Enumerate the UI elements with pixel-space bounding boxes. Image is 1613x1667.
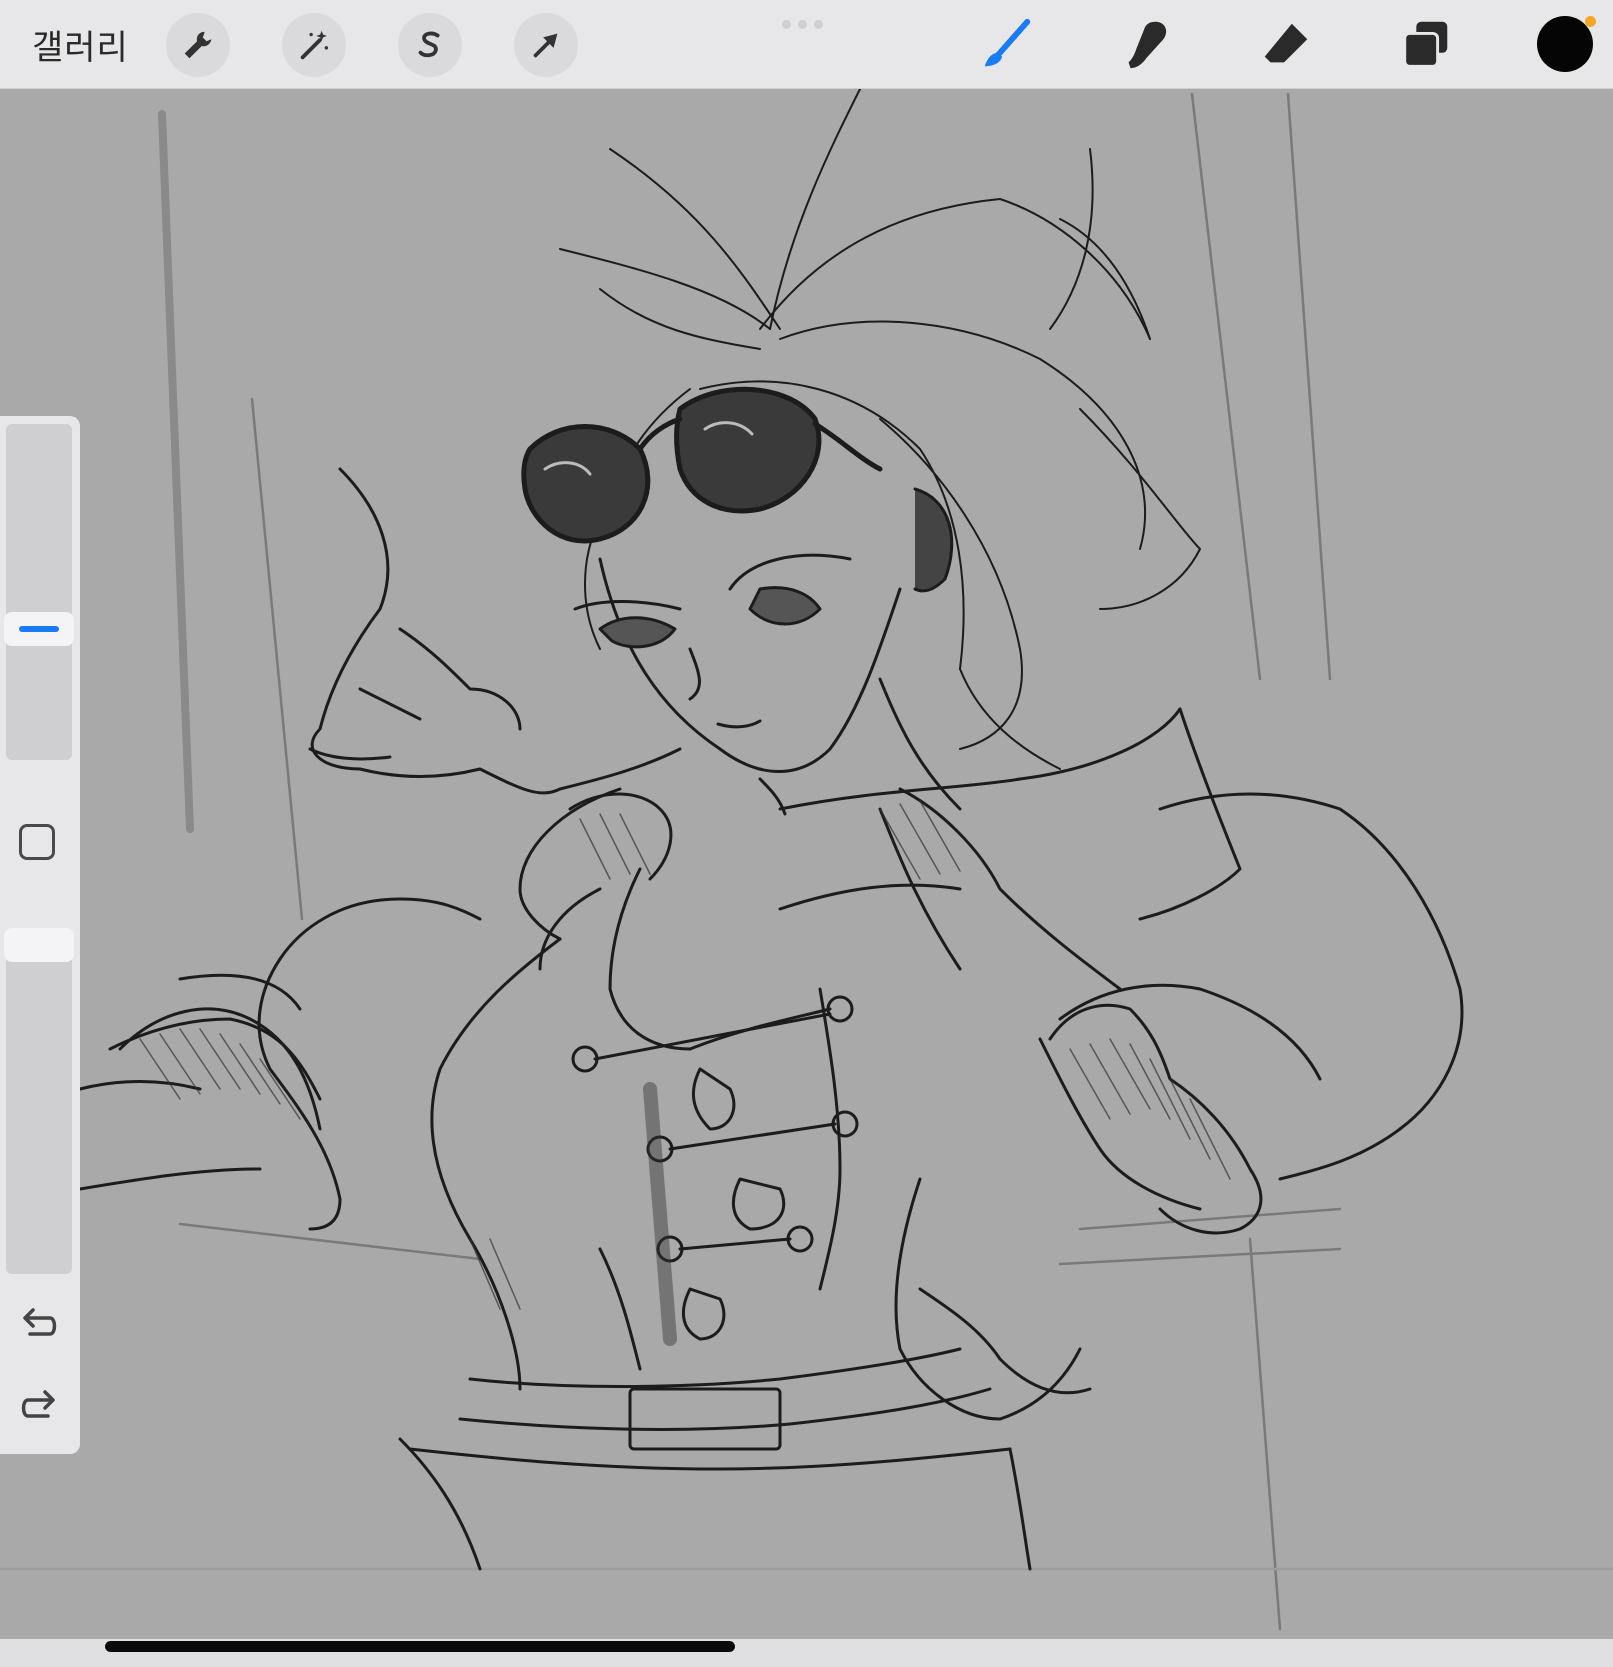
smudge-icon: [1128, 21, 1167, 69]
modify-square-icon[interactable]: [19, 824, 55, 860]
transform-button[interactable]: [514, 13, 578, 77]
selection-s-icon: [418, 31, 440, 58]
brush-icon: [984, 18, 1031, 67]
wrench-icon: [184, 31, 212, 59]
top-toolbar: 갤러리: [0, 0, 1613, 89]
window-grip-handle[interactable]: [782, 20, 823, 29]
brush-tool-button[interactable]: [975, 14, 1037, 76]
arrow-transform-icon: [533, 33, 558, 58]
eraser-tool-button[interactable]: [1255, 14, 1317, 76]
magic-wand-icon: [300, 30, 329, 60]
home-indicator[interactable]: [105, 1641, 735, 1652]
eraser-icon: [1264, 23, 1308, 63]
opacity-slider[interactable]: [6, 928, 72, 1274]
color-picker-button[interactable]: [1537, 16, 1593, 72]
brush-size-slider[interactable]: [6, 424, 72, 760]
brush-sidebar: [0, 416, 80, 1454]
wrench-button[interactable]: [166, 13, 230, 77]
layers-icon: [1403, 21, 1448, 68]
sketch-artwork: [0, 88, 1613, 1631]
layers-button[interactable]: [1395, 14, 1457, 76]
opacity-thumb[interactable]: [4, 928, 74, 962]
adjustments-button[interactable]: [282, 13, 346, 77]
color-status-dot: [1585, 16, 1596, 27]
redo-icon[interactable]: [18, 1386, 60, 1426]
selection-button[interactable]: [398, 13, 462, 77]
size-thumb-indicator: [19, 626, 59, 632]
undo-icon[interactable]: [18, 1304, 60, 1344]
gallery-button[interactable]: 갤러리: [32, 20, 129, 69]
drawing-canvas[interactable]: [0, 88, 1613, 1639]
brush-size-thumb[interactable]: [4, 612, 74, 646]
smudge-tool-button[interactable]: [1115, 14, 1177, 76]
